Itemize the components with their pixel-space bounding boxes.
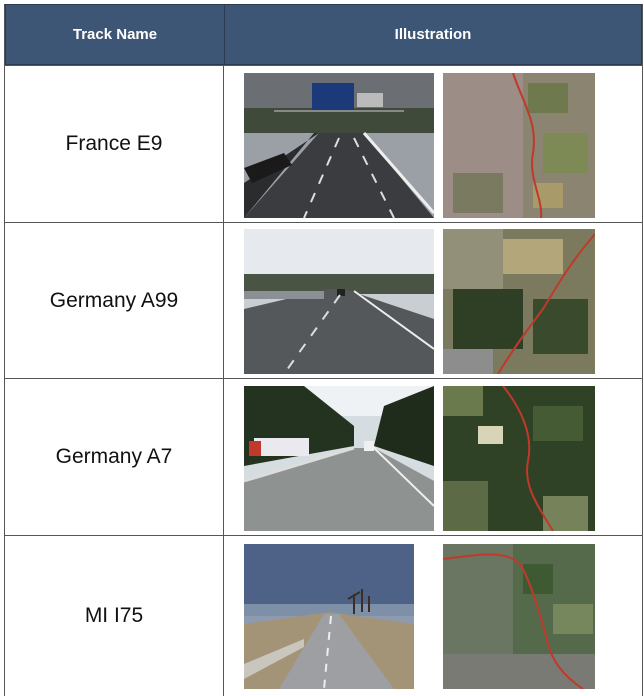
illustration-cell — [224, 66, 642, 222]
illustration-cell — [224, 536, 642, 696]
track-table: Track Name Illustration France E9 German… — [4, 4, 643, 696]
highway-photo — [244, 73, 434, 218]
track-name: Germany A7 — [5, 379, 224, 535]
table-row: Germany A99 — [5, 222, 642, 378]
illustration-cell — [224, 379, 642, 535]
highway-photo — [244, 386, 434, 531]
track-name: France E9 — [5, 66, 224, 222]
table-row: France E9 — [5, 65, 642, 222]
table-row: MI I75 — [5, 535, 642, 696]
illustration-cell — [224, 223, 642, 378]
satellite-map-route — [443, 386, 595, 531]
highway-photo — [244, 229, 434, 374]
satellite-map-route — [443, 229, 595, 374]
header-track-name: Track Name — [6, 5, 225, 64]
table-row: Germany A7 — [5, 378, 642, 535]
table-header: Track Name Illustration — [5, 4, 642, 65]
track-name: MI I75 — [5, 536, 224, 696]
header-illustration: Illustration — [394, 26, 472, 43]
satellite-map-route — [443, 544, 595, 689]
highway-photo — [244, 544, 414, 689]
satellite-map-route — [443, 73, 595, 218]
track-name: Germany A99 — [5, 223, 224, 378]
